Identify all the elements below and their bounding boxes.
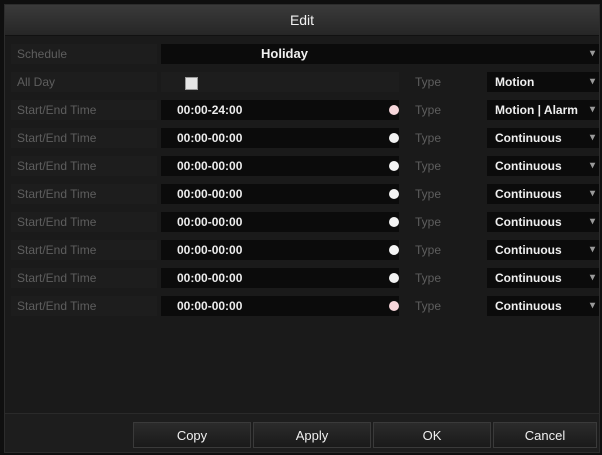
type-select[interactable]: Motion | Alarm ▾ <box>487 100 599 120</box>
time-range-field[interactable]: 00:00-00:00 <box>161 240 399 260</box>
chevron-down-icon: ▾ <box>589 160 595 171</box>
all-day-row: All Day Type Motion ▾ <box>11 69 599 95</box>
time-range-value: 00:00-24:00 <box>177 103 243 117</box>
apply-button[interactable]: Apply <box>253 422 371 448</box>
time-range-field[interactable]: 00:00-00:00 <box>161 268 399 288</box>
schedule-row: Schedule Holiday ▾ <box>11 41 599 67</box>
time-range-field[interactable]: 00:00-00:00 <box>161 296 399 316</box>
type-value: Continuous <box>495 299 562 313</box>
schedule-select[interactable]: Holiday ▾ <box>161 44 599 64</box>
color-dot-icon[interactable] <box>389 245 399 255</box>
time-label: Start/End Time <box>11 240 157 260</box>
time-range-value: 00:00-00:00 <box>177 131 243 145</box>
ok-button[interactable]: OK <box>373 422 491 448</box>
type-value: Continuous <box>495 159 562 173</box>
time-label: Start/End Time <box>11 296 157 316</box>
type-label: Type <box>415 299 442 313</box>
chevron-down-icon: ▾ <box>589 104 595 115</box>
cancel-button[interactable]: Cancel <box>493 422 597 448</box>
time-range-field[interactable]: 00:00-00:00 <box>161 128 399 148</box>
type-select[interactable]: Continuous ▾ <box>487 128 599 148</box>
time-range-value: 00:00-00:00 <box>177 299 243 313</box>
time-range-field[interactable]: 00:00-00:00 <box>161 156 399 176</box>
type-value: Continuous <box>495 243 562 257</box>
time-range-value: 00:00-00:00 <box>177 215 243 229</box>
time-range-value: 00:00-00:00 <box>177 187 243 201</box>
edit-dialog: Edit Schedule Holiday ▾ All Day Type Mot… <box>4 4 600 453</box>
color-dot-icon[interactable] <box>389 217 399 227</box>
type-label: Type <box>415 187 442 201</box>
time-label: Start/End Time <box>11 268 157 288</box>
time-row: Start/End Time 00:00-00:00 Type Continuo… <box>11 181 599 207</box>
time-label: Start/End Time <box>11 212 157 232</box>
type-label: Type <box>415 103 442 117</box>
time-row: Start/End Time 00:00-00:00 Type Continuo… <box>11 265 599 291</box>
chevron-down-icon: ▾ <box>589 188 595 199</box>
color-dot-icon[interactable] <box>389 273 399 283</box>
type-select[interactable]: Continuous ▾ <box>487 296 599 316</box>
all-day-checkbox[interactable] <box>185 77 198 90</box>
type-value: Motion <box>495 75 535 89</box>
type-value: Motion | Alarm <box>495 103 578 117</box>
chevron-down-icon: ▾ <box>589 216 595 227</box>
schedule-value: Holiday <box>261 46 308 61</box>
schedule-label: Schedule <box>11 44 157 64</box>
chevron-down-icon: ▾ <box>589 272 595 283</box>
chevron-down-icon: ▾ <box>589 300 595 311</box>
time-range-field[interactable]: 00:00-00:00 <box>161 212 399 232</box>
time-row: Start/End Time 00:00-00:00 Type Continuo… <box>11 237 599 263</box>
time-row: Start/End Time 00:00-24:00 Type Motion |… <box>11 97 599 123</box>
color-dot-icon[interactable] <box>389 133 399 143</box>
type-select[interactable]: Continuous ▾ <box>487 212 599 232</box>
time-range-value: 00:00-00:00 <box>177 159 243 173</box>
time-range-field[interactable]: 00:00-00:00 <box>161 184 399 204</box>
type-label: Type <box>415 159 442 173</box>
time-row: Start/End Time 00:00-00:00 Type Continuo… <box>11 125 599 151</box>
type-value: Continuous <box>495 131 562 145</box>
time-label: Start/End Time <box>11 184 157 204</box>
type-value: Continuous <box>495 215 562 229</box>
chevron-down-icon: ▾ <box>589 244 595 255</box>
chevron-down-icon: ▾ <box>589 132 595 143</box>
type-label: Type <box>415 243 442 257</box>
dialog-title: Edit <box>5 5 599 36</box>
type-select[interactable]: Continuous ▾ <box>487 240 599 260</box>
time-label: Start/End Time <box>11 128 157 148</box>
type-label: Type <box>415 271 442 285</box>
time-row: Start/End Time 00:00-00:00 Type Continuo… <box>11 209 599 235</box>
time-range-field[interactable]: 00:00-24:00 <box>161 100 399 120</box>
color-dot-icon[interactable] <box>389 161 399 171</box>
color-dot-icon[interactable] <box>389 189 399 199</box>
chevron-down-icon: ▾ <box>589 48 595 59</box>
type-value: Continuous <box>495 187 562 201</box>
type-select[interactable]: Continuous ▾ <box>487 184 599 204</box>
all-day-label: All Day <box>11 72 157 92</box>
type-select[interactable]: Motion ▾ <box>487 72 599 92</box>
time-range-value: 00:00-00:00 <box>177 271 243 285</box>
dialog-footer: Copy Apply OK Cancel <box>5 413 599 452</box>
copy-button[interactable]: Copy <box>133 422 251 448</box>
type-select[interactable]: Continuous ▾ <box>487 268 599 288</box>
time-label: Start/End Time <box>11 100 157 120</box>
type-value: Continuous <box>495 271 562 285</box>
color-dot-icon[interactable] <box>389 301 399 311</box>
time-label: Start/End Time <box>11 156 157 176</box>
time-row: Start/End Time 00:00-00:00 Type Continuo… <box>11 153 599 179</box>
type-label: Type <box>415 215 442 229</box>
time-row: Start/End Time 00:00-00:00 Type Continuo… <box>11 293 599 319</box>
type-select[interactable]: Continuous ▾ <box>487 156 599 176</box>
time-range-value: 00:00-00:00 <box>177 243 243 257</box>
color-dot-icon[interactable] <box>389 105 399 115</box>
type-label: Type <box>415 75 442 89</box>
chevron-down-icon: ▾ <box>589 76 595 87</box>
type-label: Type <box>415 131 442 145</box>
